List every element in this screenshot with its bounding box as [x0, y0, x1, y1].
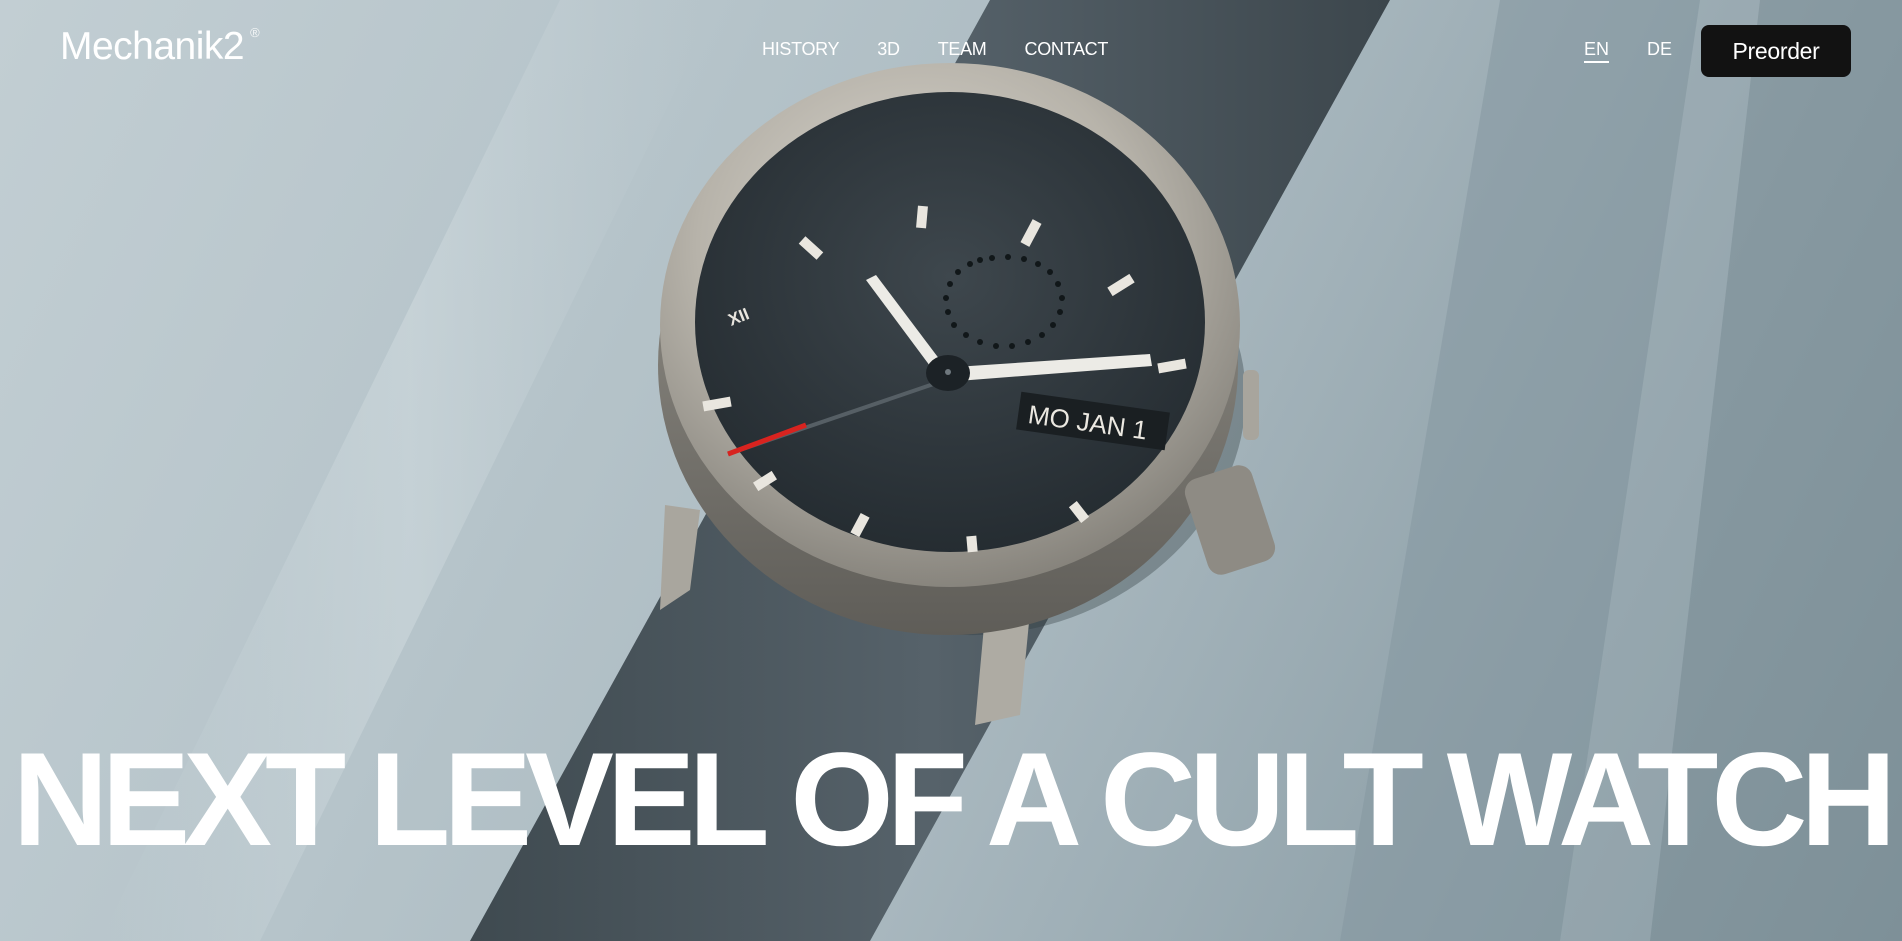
nav-link-team[interactable]: TEAM	[938, 38, 987, 60]
site-header: Mechanik2 ® HISTORY 3D TEAM CONTACT EN DE…	[0, 0, 1902, 100]
hero-section: XII MO JAN 1 Mechanik2 ® HISTORY 3D TEAM …	[0, 0, 1902, 941]
nav-link-3d[interactable]: 3D	[877, 38, 900, 60]
brand-logo[interactable]: Mechanik2 ®	[60, 24, 260, 78]
language-en[interactable]: EN	[1584, 38, 1610, 63]
hero-headline: NEXT LEVEL OF A CULT WATCH	[12, 726, 1897, 874]
brand-name[interactable]: Mechanik2	[60, 25, 245, 68]
preorder-button[interactable]: Preorder	[1701, 25, 1851, 77]
nav-link-contact[interactable]: CONTACT	[1025, 38, 1109, 60]
main-nav: HISTORY 3D TEAM CONTACT	[762, 38, 1146, 60]
nav-link-history[interactable]: HISTORY	[762, 38, 840, 60]
registered-mark: ®	[250, 25, 260, 40]
language-de[interactable]: DE	[1647, 38, 1672, 60]
